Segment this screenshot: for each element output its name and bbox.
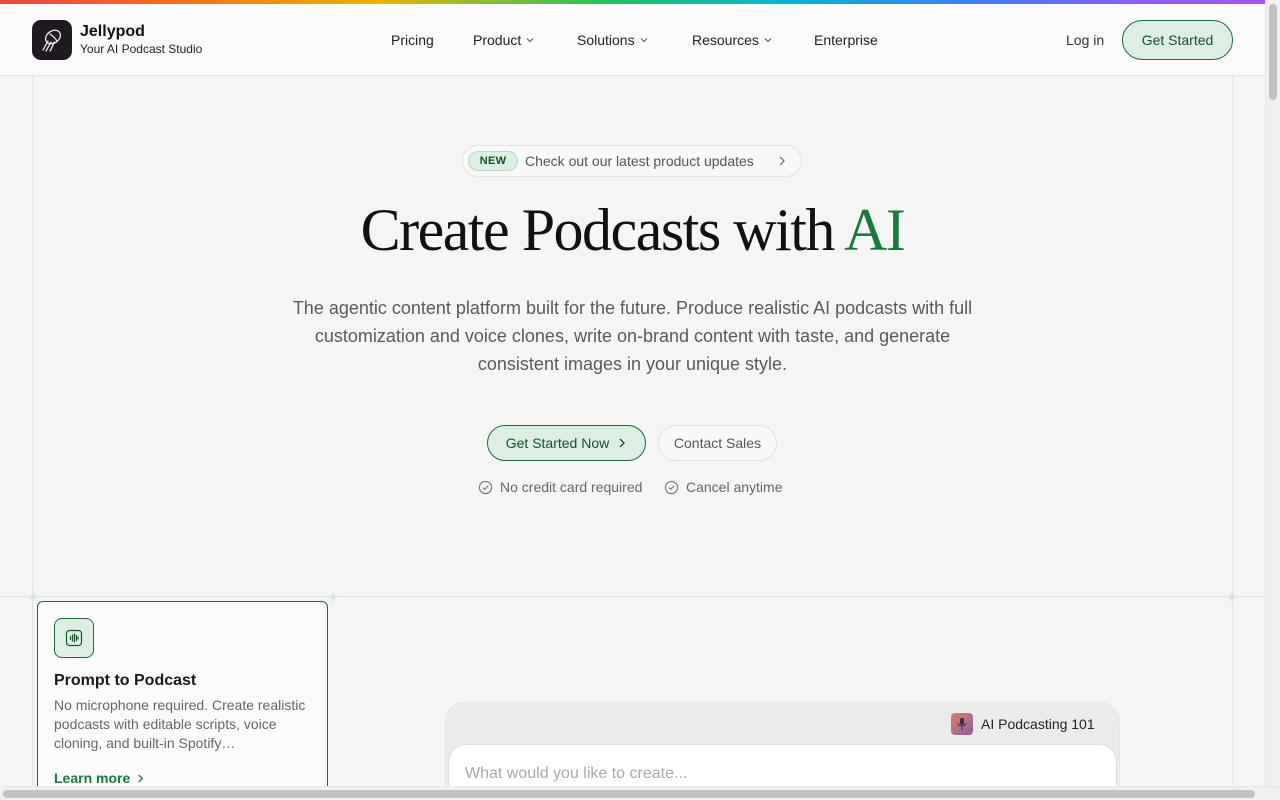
sparkle-icon	[326, 590, 340, 604]
nav-pricing-label: Pricing	[391, 32, 434, 48]
feature-card-prompt-to-podcast[interactable]: Prompt to Podcast No microphone required…	[37, 601, 328, 800]
nav-product[interactable]: Product	[473, 32, 534, 48]
get-started-now-button[interactable]: Get Started Now	[487, 425, 646, 461]
cancel-anytime-note: Cancel anytime	[664, 479, 783, 495]
nav-enterprise[interactable]: Enterprise	[814, 32, 878, 48]
brand-tagline: Your AI Podcast Studio	[80, 42, 203, 56]
hero-title: Create Podcasts with AI	[0, 196, 1265, 265]
horizontal-scrollbar-thumb[interactable]	[3, 790, 1255, 798]
jellypod-logo[interactable]	[32, 20, 72, 60]
logo-icon	[42, 29, 62, 52]
chevron-down-icon	[526, 38, 534, 43]
get-started-button[interactable]: Get Started	[1122, 20, 1233, 60]
topic-tag[interactable]: AI Podcasting 101	[951, 713, 1095, 735]
feature-title: Prompt to Podcast	[54, 672, 197, 689]
nav-resources[interactable]: Resources	[692, 32, 772, 48]
grid-line-horizontal	[0, 596, 1265, 597]
learn-more-label: Learn more	[54, 770, 131, 786]
no-credit-card-note: No credit card required	[478, 479, 642, 495]
chevron-right-icon	[138, 773, 144, 783]
login-link[interactable]: Log in	[1066, 32, 1104, 48]
nav-resources-label: Resources	[692, 32, 759, 48]
sparkle-icon	[1225, 590, 1239, 604]
chevron-right-icon	[779, 156, 785, 166]
nav-solutions-label: Solutions	[577, 32, 635, 48]
nav-solutions[interactable]: Solutions	[577, 32, 648, 48]
vertical-scrollbar-thumb[interactable]	[1269, 4, 1277, 100]
check-label: Cancel anytime	[686, 479, 783, 495]
check-circle-icon	[664, 480, 679, 494]
announcement-pill[interactable]: NEW Check out our latest product updates	[462, 145, 802, 177]
hero-subtitle: The agentic content platform built for t…	[292, 298, 973, 374]
check-label: No credit card required	[500, 479, 643, 495]
get-started-now-label: Get Started Now	[505, 435, 610, 451]
chevron-down-icon	[640, 38, 647, 43]
contact-sales-button[interactable]: Contact Sales	[658, 425, 777, 461]
learn-more-link[interactable]: Learn more	[54, 770, 145, 786]
grid-line-left	[32, 76, 33, 786]
nav-product-label: Product	[473, 32, 522, 48]
grid-line-right	[1232, 76, 1233, 786]
hero-title-accent: AI	[844, 197, 906, 263]
nav-enterprise-label: Enterprise	[814, 32, 878, 48]
announcement-text: Check out our latest product updates	[525, 153, 754, 169]
mic-thumbnail-icon	[951, 713, 973, 735]
new-badge: NEW	[468, 151, 518, 171]
nav-pricing[interactable]: Pricing	[391, 32, 434, 48]
horizontal-scrollbar[interactable]	[0, 786, 1280, 800]
feature-description: No microphone required. Create realistic…	[54, 697, 306, 751]
vertical-scrollbar[interactable]	[1265, 0, 1280, 786]
site-header: Jellypod Your AI Podcast Studio Pricing …	[0, 4, 1265, 76]
chevron-down-icon	[764, 38, 772, 43]
brand-name[interactable]: Jellypod	[80, 23, 145, 41]
chevron-right-icon	[619, 438, 626, 448]
hero-title-main: Create Podcasts with	[360, 197, 845, 263]
topic-tag-label: AI Podcasting 101	[981, 716, 1095, 732]
check-circle-icon	[478, 480, 493, 494]
audio-wave-icon	[54, 618, 94, 658]
